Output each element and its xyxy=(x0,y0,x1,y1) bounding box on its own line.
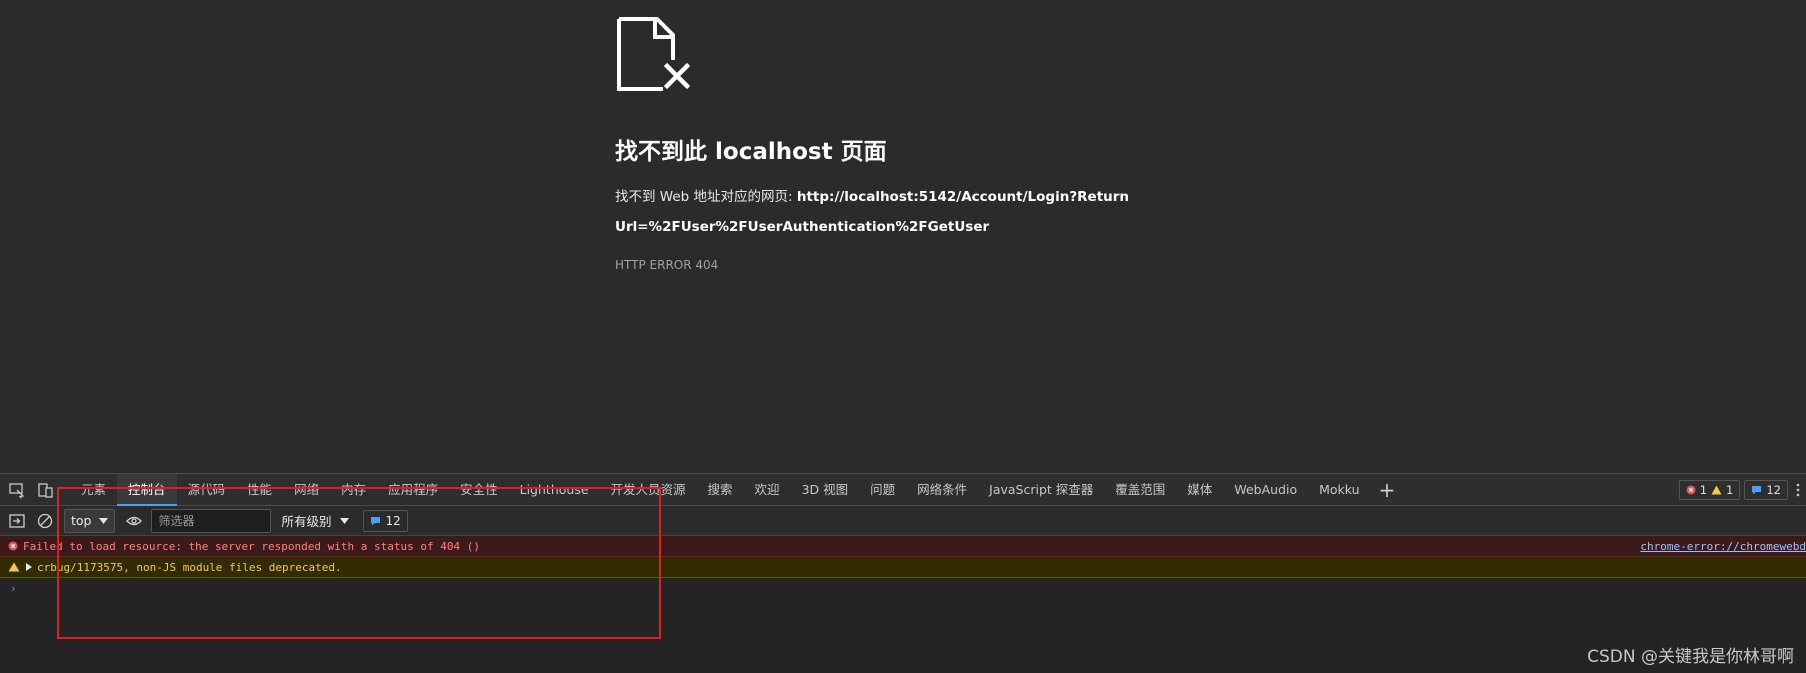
warning-icon xyxy=(8,562,20,572)
tab-sources[interactable]: 源代码 xyxy=(177,474,237,506)
tab-media[interactable]: 媒体 xyxy=(1176,474,1223,506)
console-error-message: Failed to load resource: the server resp… xyxy=(23,539,480,553)
error-description-text: 找不到 Web 地址对应的网页: xyxy=(615,189,797,205)
live-expression-eye-icon[interactable] xyxy=(123,510,145,532)
message-icon xyxy=(370,516,380,525)
console-prompt[interactable]: › xyxy=(0,578,1806,598)
prompt-chevron-icon: › xyxy=(10,581,17,595)
tab-console[interactable]: 控制台 xyxy=(117,473,177,506)
message-count-badge[interactable]: 12 xyxy=(1744,480,1788,500)
error-icon xyxy=(1686,485,1696,495)
tab-elements[interactable]: 元素 xyxy=(70,474,117,506)
error-code: HTTP ERROR 404 xyxy=(615,258,719,272)
error-icon xyxy=(8,541,18,551)
tab-security[interactable]: 安全性 xyxy=(449,474,509,506)
tab-developer-resources[interactable]: 开发人员资源 xyxy=(600,474,697,506)
console-error-source-link[interactable]: chrome-error://chromewebd xyxy=(1634,539,1806,553)
error-count: 1 xyxy=(1699,483,1708,497)
log-levels-label: 所有级别 xyxy=(281,514,332,529)
devtools-tabs: 元素 控制台 源代码 性能 网络 内存 应用程序 安全性 Lighthouse … xyxy=(70,473,1404,506)
more-options-icon[interactable] xyxy=(1794,482,1802,498)
issues-message-count-value: 12 xyxy=(385,513,401,528)
tab-welcome[interactable]: 欢迎 xyxy=(744,474,791,506)
tab-coverage[interactable]: 覆盖范围 xyxy=(1104,474,1176,506)
tab-lighthouse[interactable]: Lighthouse xyxy=(509,474,600,506)
tab-performance[interactable]: 性能 xyxy=(236,474,283,506)
console-output: Failed to load resource: the server resp… xyxy=(0,536,1806,673)
console-warning-row: crbug/1173575, non-JS module files depre… xyxy=(0,557,1806,578)
warning-count: 1 xyxy=(1726,483,1734,497)
watermark: CSDN @关键我是你林哥啊 xyxy=(1587,647,1794,667)
sidebar-toggle-icon[interactable] xyxy=(6,510,28,532)
tab-3d-view[interactable]: 3D 视图 xyxy=(791,474,860,506)
clear-console-icon[interactable] xyxy=(34,510,56,532)
expand-triangle-icon[interactable] xyxy=(26,563,32,571)
browser-window: 找不到此 localhost 页面 找不到 Web 地址对应的网页: http:… xyxy=(0,0,1806,673)
error-description: 找不到 Web 地址对应的网页: http://localhost:5142/A… xyxy=(615,182,1135,242)
inspect-element-icon[interactable] xyxy=(6,479,28,501)
tab-network[interactable]: 网络 xyxy=(283,474,330,506)
device-toolbar-icon[interactable] xyxy=(34,479,56,501)
issues-message-count[interactable]: 12 xyxy=(362,509,408,532)
add-tab-button[interactable]: + xyxy=(1371,474,1404,506)
console-toolbar: top 所有级别 12 xyxy=(0,506,1806,536)
tab-webaudio[interactable]: WebAudio xyxy=(1223,474,1308,506)
broken-document-icon xyxy=(617,17,690,91)
warning-icon xyxy=(1711,485,1722,495)
console-error-row: Failed to load resource: the server resp… xyxy=(0,536,1806,557)
tab-mokku[interactable]: Mokku xyxy=(1308,474,1370,506)
chevron-down-icon xyxy=(339,517,349,524)
tab-memory[interactable]: 内存 xyxy=(330,474,377,506)
context-selector-value: top xyxy=(71,513,92,528)
context-selector[interactable]: top xyxy=(64,508,116,533)
tab-network-conditions[interactable]: 网络条件 xyxy=(906,474,978,506)
console-warning-message: crbug/1173575, non-JS module files depre… xyxy=(37,560,342,574)
tab-application[interactable]: 应用程序 xyxy=(377,474,449,506)
devtools-tabbar: 元素 控制台 源代码 性能 网络 内存 应用程序 安全性 Lighthouse … xyxy=(0,473,1806,506)
chevron-down-icon xyxy=(99,517,109,524)
filter-input[interactable] xyxy=(151,508,272,533)
message-icon xyxy=(1752,486,1762,495)
tab-search[interactable]: 搜索 xyxy=(697,474,744,506)
tab-issues[interactable]: 问题 xyxy=(859,474,906,506)
error-title: 找不到此 localhost 页面 xyxy=(615,139,887,165)
log-levels-dropdown[interactable]: 所有级别 xyxy=(281,511,349,530)
messages-count: 12 xyxy=(1766,483,1781,497)
tab-javascript-profiler[interactable]: JavaScript 探查器 xyxy=(978,474,1104,506)
devtools-panel: 元素 控制台 源代码 性能 网络 内存 应用程序 安全性 Lighthouse … xyxy=(0,473,1806,673)
error-page: 找不到此 localhost 页面 找不到 Web 地址对应的网页: http:… xyxy=(0,0,1806,473)
issue-counts: 1 1 12 xyxy=(1678,480,1788,500)
error-count-badge[interactable]: 1 1 xyxy=(1678,480,1741,500)
